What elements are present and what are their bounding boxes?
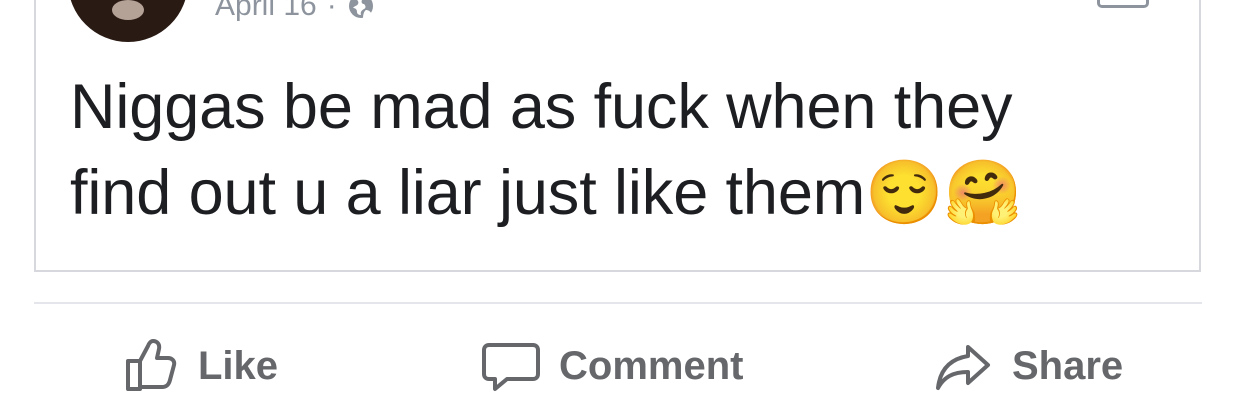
post-meta: April 16 · (215, 0, 375, 24)
action-divider (34, 302, 1202, 304)
meta-separator: · (326, 0, 337, 22)
comment-icon (482, 343, 540, 391)
comment-button[interactable]: Comment (481, 330, 743, 402)
post-menu-button[interactable] (1097, 0, 1149, 8)
post-date[interactable]: April 16 (215, 0, 317, 21)
globe-icon (347, 0, 375, 20)
facebook-post-screenshot: April 16 · Niggas be mad as fuck when th… (0, 0, 1238, 412)
like-label: Like (198, 343, 279, 388)
post-actions: Like Comment Share (0, 330, 1238, 404)
share-button[interactable]: Share (934, 330, 1123, 402)
share-label: Share (1012, 343, 1124, 388)
post-text: Niggas be mad as fuck when they find out… (70, 72, 1022, 228)
comment-label: Comment (559, 343, 744, 388)
thumbs-up-icon (126, 339, 177, 391)
like-button[interactable]: Like (122, 330, 278, 402)
share-icon (936, 345, 990, 390)
